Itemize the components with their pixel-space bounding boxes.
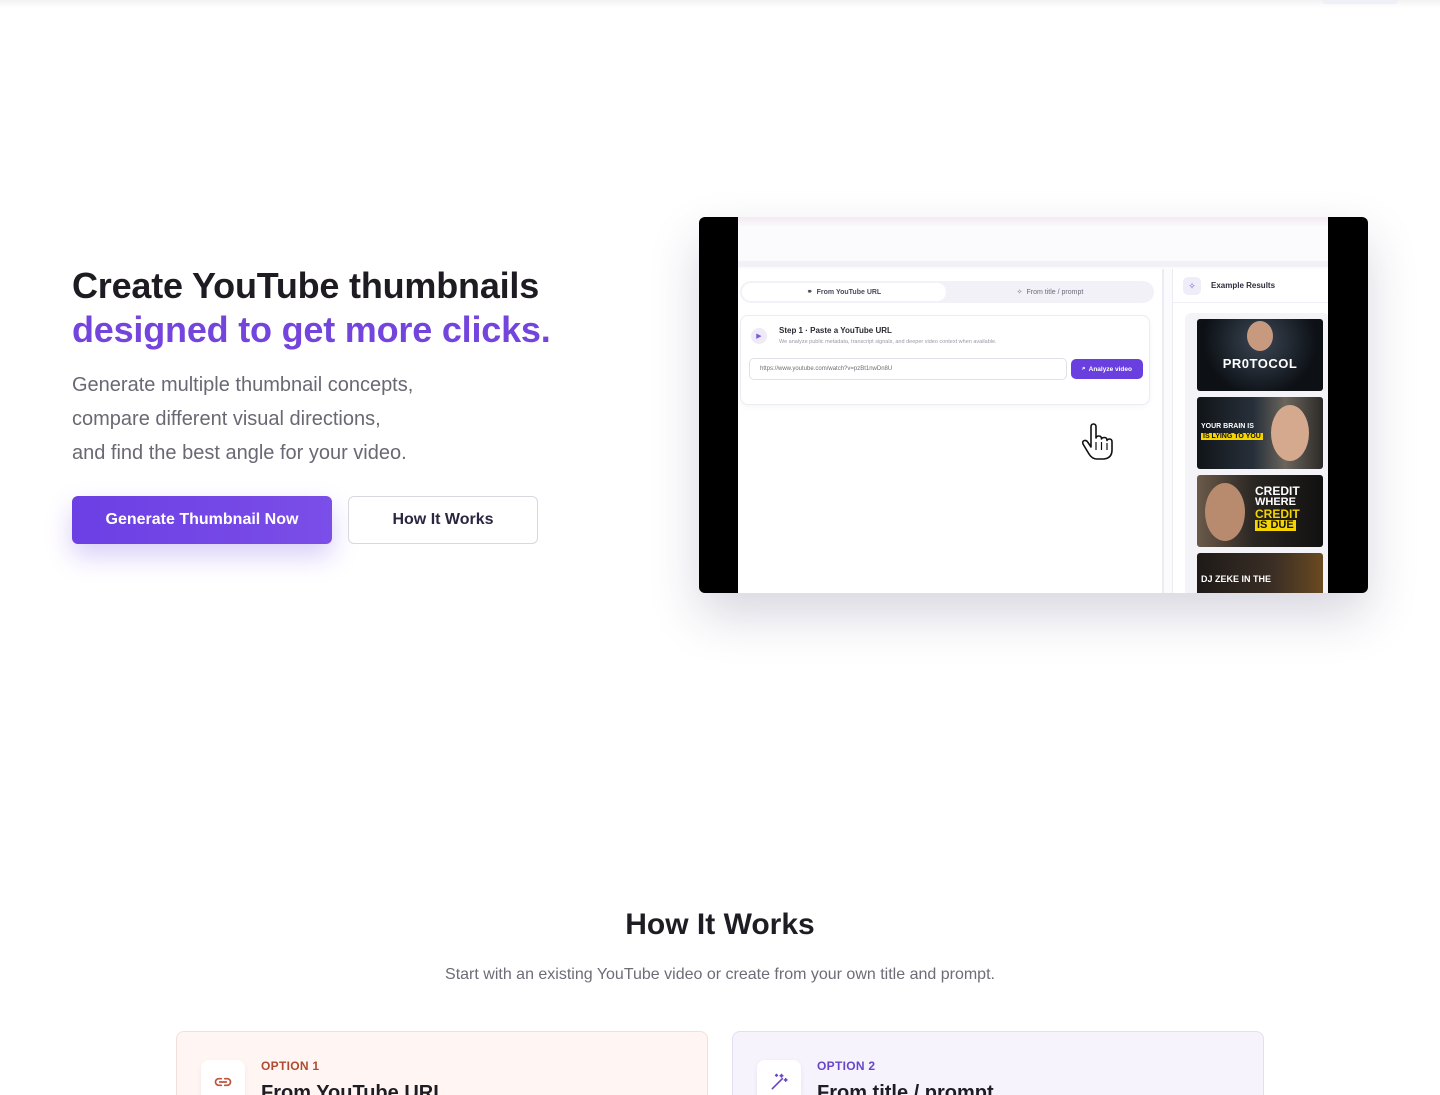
thumbnail-example[interactable]: PR0TOCOL bbox=[1197, 319, 1323, 391]
option-title: From title / prompt bbox=[817, 1082, 994, 1095]
step-description: We analyze public metadata, transcript s… bbox=[779, 339, 997, 345]
thumbnail-text: PR0TOCOL bbox=[1222, 356, 1298, 371]
analyze-video-label: Analyze video bbox=[1088, 365, 1132, 373]
thumbnail-list: PR0TOCOL YOUR BRAIN IS IS LYING TO YOU C… bbox=[1185, 313, 1328, 593]
link-icon bbox=[201, 1060, 245, 1095]
magic-wand-icon bbox=[757, 1060, 801, 1095]
demo-video-frame: ⚭ From YouTube URL ✧ From title / prompt… bbox=[738, 217, 1328, 593]
thumbnail-example[interactable]: DJ ZEKE IN THE bbox=[1197, 553, 1323, 593]
hero-subtitle-line: and find the best angle for your video. bbox=[72, 442, 407, 464]
hero-title-line2: designed to get more clicks. bbox=[72, 309, 551, 350]
hero-title: Create YouTube thumbnails designed to ge… bbox=[72, 264, 551, 352]
option-label: OPTION 1 bbox=[261, 1059, 320, 1073]
generator-panel: ⚭ From YouTube URL ✧ From title / prompt… bbox=[738, 269, 1164, 593]
step-title: Step 1 · Paste a YouTube URL bbox=[779, 326, 892, 335]
link-icon: ⚭ bbox=[806, 289, 813, 296]
magic-wand-icon: ✧ bbox=[1016, 289, 1023, 296]
thumbnail-example[interactable]: YOUR BRAIN IS IS LYING TO YOU bbox=[1197, 397, 1323, 469]
top-nav-edge bbox=[1322, 0, 1398, 4]
example-results-header: ✧ Example Results bbox=[1173, 269, 1328, 303]
option-title: From YouTube URL bbox=[261, 1082, 446, 1095]
option-card-title-prompt[interactable]: OPTION 2 From title / prompt bbox=[732, 1031, 1264, 1095]
how-it-works-title: How It Works bbox=[625, 908, 815, 941]
thumbnail-text: YOUR BRAIN IS bbox=[1201, 423, 1254, 430]
thumbnail-text: IS DUE bbox=[1255, 519, 1296, 531]
tab-title-prompt[interactable]: ✧ From title / prompt bbox=[950, 283, 1150, 301]
frame-divider bbox=[738, 261, 1328, 267]
play-icon: ▶ bbox=[751, 328, 767, 344]
search-icon: ⌕ bbox=[1082, 365, 1086, 372]
thumbnail-text: IS LYING TO YOU bbox=[1201, 433, 1263, 440]
demo-video-player[interactable]: ⚭ From YouTube URL ✧ From title / prompt… bbox=[699, 217, 1368, 593]
generate-thumbnail-button[interactable]: Generate Thumbnail Now bbox=[72, 496, 332, 544]
top-nav-shadow bbox=[0, 0, 1440, 8]
youtube-url-input[interactable]: https://www.youtube.com/watch?v=pzBt1nwD… bbox=[749, 358, 1067, 380]
source-tabs: ⚭ From YouTube URL ✧ From title / prompt bbox=[740, 281, 1154, 303]
example-results-title: Example Results bbox=[1211, 281, 1276, 290]
thumbnail-example[interactable]: CREDIT WHERE CREDIT IS DUE bbox=[1197, 475, 1323, 547]
how-it-works-button[interactable]: How It Works bbox=[348, 496, 538, 544]
tab-youtube-url[interactable]: ⚭ From YouTube URL bbox=[742, 283, 946, 301]
thumbnail-text: DJ ZEKE IN THE bbox=[1201, 574, 1272, 584]
magic-wand-icon: ✧ bbox=[1183, 277, 1201, 295]
pointer-cursor-icon bbox=[1081, 423, 1113, 460]
hero-subtitle: Generate multiple thumbnail concepts, co… bbox=[72, 368, 413, 470]
hero-subtitle-line: Generate multiple thumbnail concepts, bbox=[72, 374, 414, 396]
person-image bbox=[1205, 483, 1245, 541]
example-results-panel: ✧ Example Results PR0TOCOL YOUR BRAIN IS… bbox=[1172, 269, 1328, 593]
tab-title-prompt-label: From title / prompt bbox=[1026, 288, 1084, 296]
tab-youtube-url-label: From YouTube URL bbox=[816, 288, 882, 296]
person-image bbox=[1247, 321, 1273, 351]
analyze-video-button[interactable]: ⌕ Analyze video bbox=[1071, 359, 1143, 379]
hero-title-line1: Create YouTube thumbnails bbox=[72, 265, 540, 306]
hero-subtitle-line: compare different visual directions, bbox=[72, 408, 381, 430]
frame-topbar bbox=[738, 217, 1328, 227]
how-it-works-subtitle: Start with an existing YouTube video or … bbox=[445, 966, 995, 983]
option-card-youtube-url[interactable]: OPTION 1 From YouTube URL bbox=[176, 1031, 708, 1095]
person-image bbox=[1271, 405, 1309, 461]
step-card: ▶ Step 1 · Paste a YouTube URL We analyz… bbox=[740, 315, 1150, 405]
option-label: OPTION 2 bbox=[817, 1059, 876, 1073]
